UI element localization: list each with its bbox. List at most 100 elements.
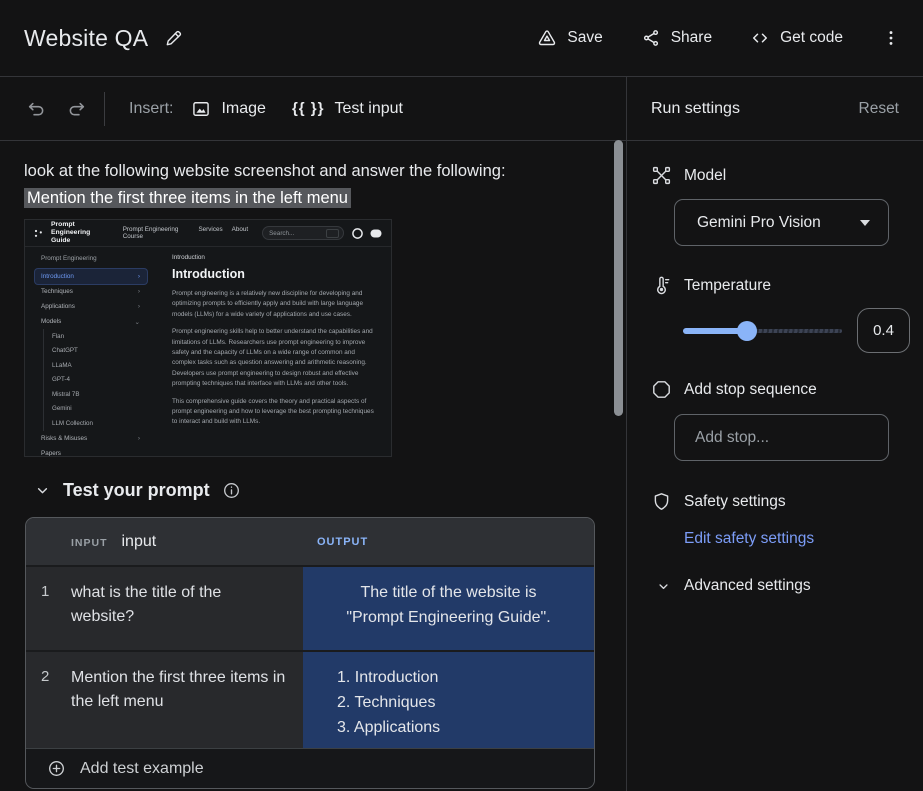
mini-nav-link: Services: [198, 226, 222, 240]
prompt-variable-highlight[interactable]: Mention the first three items in the lef…: [24, 188, 351, 208]
chevron-down-icon: [34, 482, 51, 499]
mini-sidebar-subitem: ChatGPT: [52, 344, 147, 359]
mini-sidebar-subitem: Flan: [52, 329, 147, 344]
prompt-text-area[interactable]: look at the following website screenshot…: [0, 141, 626, 457]
mini-sidebar-subitem: LLaMA: [52, 358, 147, 373]
pencil-icon: [164, 28, 184, 48]
stop-sequence-section-label: Add stop sequence: [651, 379, 910, 400]
row-input-cell[interactable]: what is the title of the website?: [71, 567, 303, 650]
mini-breadcrumb: Introduction: [172, 254, 379, 261]
website-screenshot[interactable]: Prompt EngineeringGuide Prompt Engineeri…: [24, 219, 392, 457]
mini-site-logo-icon: [34, 229, 43, 238]
advanced-settings-toggle[interactable]: Advanced settings: [651, 577, 910, 595]
model-selected-value: Gemini Pro Vision: [697, 214, 821, 232]
mini-sidebar-item-papers: Papers: [35, 446, 147, 458]
run-settings-panel: Run settings Reset Model Gemini Pro Visi…: [626, 77, 923, 791]
mini-site-sidebar: Prompt Engineering Introduction› Techniq…: [25, 247, 155, 457]
page-title: Website QA: [24, 25, 148, 52]
save-button[interactable]: Save: [537, 28, 602, 48]
temperature-value[interactable]: 0.4: [857, 308, 910, 353]
insert-test-input-button[interactable]: {{ }} Test input: [292, 100, 403, 118]
mini-paragraph: Prompt engineering skills help to better…: [172, 327, 379, 389]
table-row[interactable]: 2 Mention the first three items in the l…: [26, 650, 594, 748]
share-label: Share: [671, 29, 712, 47]
input-column-header: INPUT: [71, 537, 108, 549]
plus-circle-icon: [47, 759, 66, 778]
top-bar: Website QA Save Share: [0, 0, 923, 77]
info-icon[interactable]: [222, 481, 241, 500]
mini-sidebar-item-techniques: Techniques›: [35, 284, 147, 299]
input-variable-name: input: [122, 533, 157, 551]
editor-toolbar: Insert: Image {{ }} Test input: [0, 77, 626, 141]
more-menu-button[interactable]: [881, 28, 901, 48]
redo-button[interactable]: [56, 89, 96, 129]
mini-site-navbar: Prompt EngineeringGuide Prompt Engineeri…: [25, 220, 391, 247]
mini-sidebar-subitem: GPT-4: [52, 373, 147, 388]
mini-sidebar-model-list: Flan ChatGPT LLaMA GPT-4 Mistral 7B Gemi…: [43, 329, 147, 431]
safety-section-label: Safety settings: [651, 491, 910, 512]
mini-search-keyhint: [326, 229, 339, 238]
mini-paragraph: Prompt engineering is a relatively new d…: [172, 289, 379, 320]
model-icon: [651, 165, 684, 186]
github-icon: [352, 228, 363, 239]
output-column-header: OUTPUT: [303, 536, 594, 548]
code-icon: [750, 28, 770, 48]
mini-site-content: Introduction Introduction Prompt enginee…: [155, 247, 391, 457]
undo-icon: [26, 98, 47, 119]
mini-sidebar-subitem: LLM Collection: [52, 416, 147, 431]
braces-icon: {{ }}: [292, 100, 325, 117]
mini-nav-link: Prompt Engineering Course: [123, 226, 190, 240]
image-icon: [191, 99, 211, 119]
test-prompt-header[interactable]: Test your prompt: [34, 480, 626, 501]
save-label: Save: [567, 29, 602, 47]
get-code-button[interactable]: Get code: [750, 28, 843, 48]
toolbar-divider: [104, 92, 105, 126]
slider-thumb[interactable]: [737, 321, 757, 341]
insert-image-button[interactable]: Image: [191, 99, 265, 119]
mini-sidebar-item-models: Models⌄: [35, 314, 147, 329]
mini-site-logo-text: Prompt EngineeringGuide: [51, 221, 111, 244]
add-test-example-label: Add test example: [80, 760, 204, 778]
edit-safety-settings-link[interactable]: Edit safety settings: [684, 530, 814, 548]
share-icon: [641, 28, 661, 48]
redo-icon: [66, 98, 87, 119]
mini-sidebar-subitem: Mistral 7B: [52, 387, 147, 402]
table-row[interactable]: 1 what is the title of the website? The …: [26, 565, 594, 650]
model-section-label: Model: [651, 165, 910, 186]
app-root: Website QA Save Share: [0, 0, 923, 791]
reset-button[interactable]: Reset: [859, 100, 900, 118]
row-output-cell[interactable]: The title of the website is "Prompt Engi…: [303, 567, 594, 650]
mini-sidebar-header: Prompt Engineering: [35, 255, 147, 262]
edit-title-button[interactable]: [164, 28, 184, 48]
row-output-cell[interactable]: 1. Introduction 2. Techniques 3. Applica…: [303, 652, 594, 748]
model-select[interactable]: Gemini Pro Vision: [674, 199, 889, 246]
share-button[interactable]: Share: [641, 28, 712, 48]
mini-sidebar-item-risks: Risks & Misuses›: [35, 431, 147, 446]
add-test-example-button[interactable]: Add test example: [26, 748, 594, 788]
dropdown-caret-icon: [860, 220, 870, 226]
discord-icon: [370, 229, 382, 238]
mini-sidebar-subitem: Gemini: [52, 402, 147, 417]
prompt-line-1: look at the following website screenshot…: [24, 158, 602, 185]
row-number: 1: [26, 567, 71, 650]
get-code-label: Get code: [780, 29, 843, 47]
octagon-stop-icon: [651, 379, 684, 400]
insert-image-label: Image: [221, 100, 265, 118]
test-examples-table: INPUT input OUTPUT 1 what is the title o…: [25, 517, 595, 789]
kebab-icon: [881, 28, 901, 48]
mini-sidebar-item-introduction: Introduction›: [35, 269, 147, 284]
undo-button[interactable]: [16, 89, 56, 129]
test-prompt-title: Test your prompt: [63, 480, 210, 501]
editor-scrollbar[interactable]: [614, 140, 623, 416]
table-header-row: INPUT input OUTPUT: [26, 518, 594, 565]
row-number: 2: [26, 652, 71, 748]
temperature-section-label: Temperature: [651, 275, 910, 296]
mini-sidebar-item-applications: Applications›: [35, 299, 147, 314]
temperature-slider[interactable]: [683, 315, 842, 347]
save-drive-icon: [537, 28, 557, 48]
add-stop-input[interactable]: [674, 414, 889, 461]
shield-icon: [651, 491, 684, 512]
row-input-cell[interactable]: Mention the first three items in the lef…: [71, 652, 303, 748]
insert-label: Insert:: [129, 100, 173, 118]
mini-search-input: Search...: [262, 226, 344, 240]
